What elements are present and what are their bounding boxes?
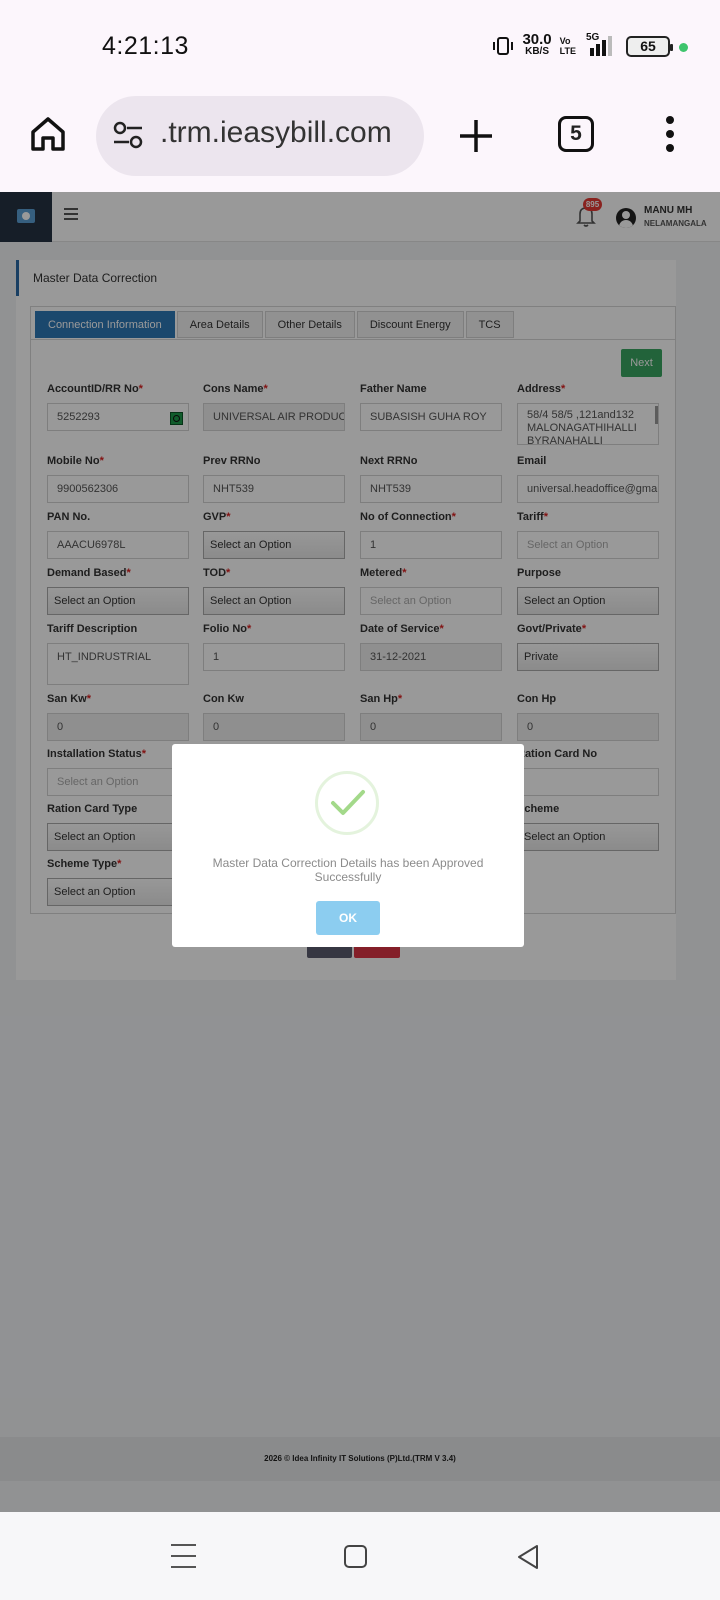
home-icon[interactable] (28, 114, 68, 154)
ok-button[interactable]: OK (316, 901, 380, 935)
new-tab-icon[interactable] (456, 116, 496, 156)
clock: 4:21:13 (102, 32, 189, 60)
browser-toolbar: .trm.ieasybill.com 5 (0, 96, 720, 192)
back-icon[interactable] (516, 1544, 540, 1570)
site-settings-icon[interactable] (112, 120, 144, 150)
status-bar: 4:21:13 30.0 KB/S Vo LTE 5G 65 (0, 0, 720, 96)
home-nav-icon[interactable] (344, 1545, 367, 1568)
address-bar[interactable]: .trm.ieasybill.com (96, 96, 424, 176)
signal-icon: 5G (584, 32, 618, 58)
more-menu-icon[interactable] (660, 114, 680, 154)
dialog-message: Master Data Correction Details has been … (212, 856, 484, 884)
volte-indicator: Vo LTE (559, 36, 576, 56)
status-icons: 30.0 KB/S Vo LTE 5G 65 (492, 31, 673, 58)
system-nav-bar (0, 1512, 720, 1600)
success-check-icon (315, 771, 379, 835)
url-text[interactable]: .trm.ieasybill.com (160, 116, 410, 150)
tab-switcher-button[interactable]: 5 (558, 116, 594, 152)
network-speed: 30.0 KB/S (522, 31, 552, 57)
recent-apps-icon[interactable] (171, 1544, 196, 1568)
vibrate-icon (492, 36, 514, 56)
success-dialog: Master Data Correction Details has been … (172, 744, 524, 947)
privacy-dot-icon (679, 43, 688, 52)
battery-icon: 65 (626, 35, 673, 57)
